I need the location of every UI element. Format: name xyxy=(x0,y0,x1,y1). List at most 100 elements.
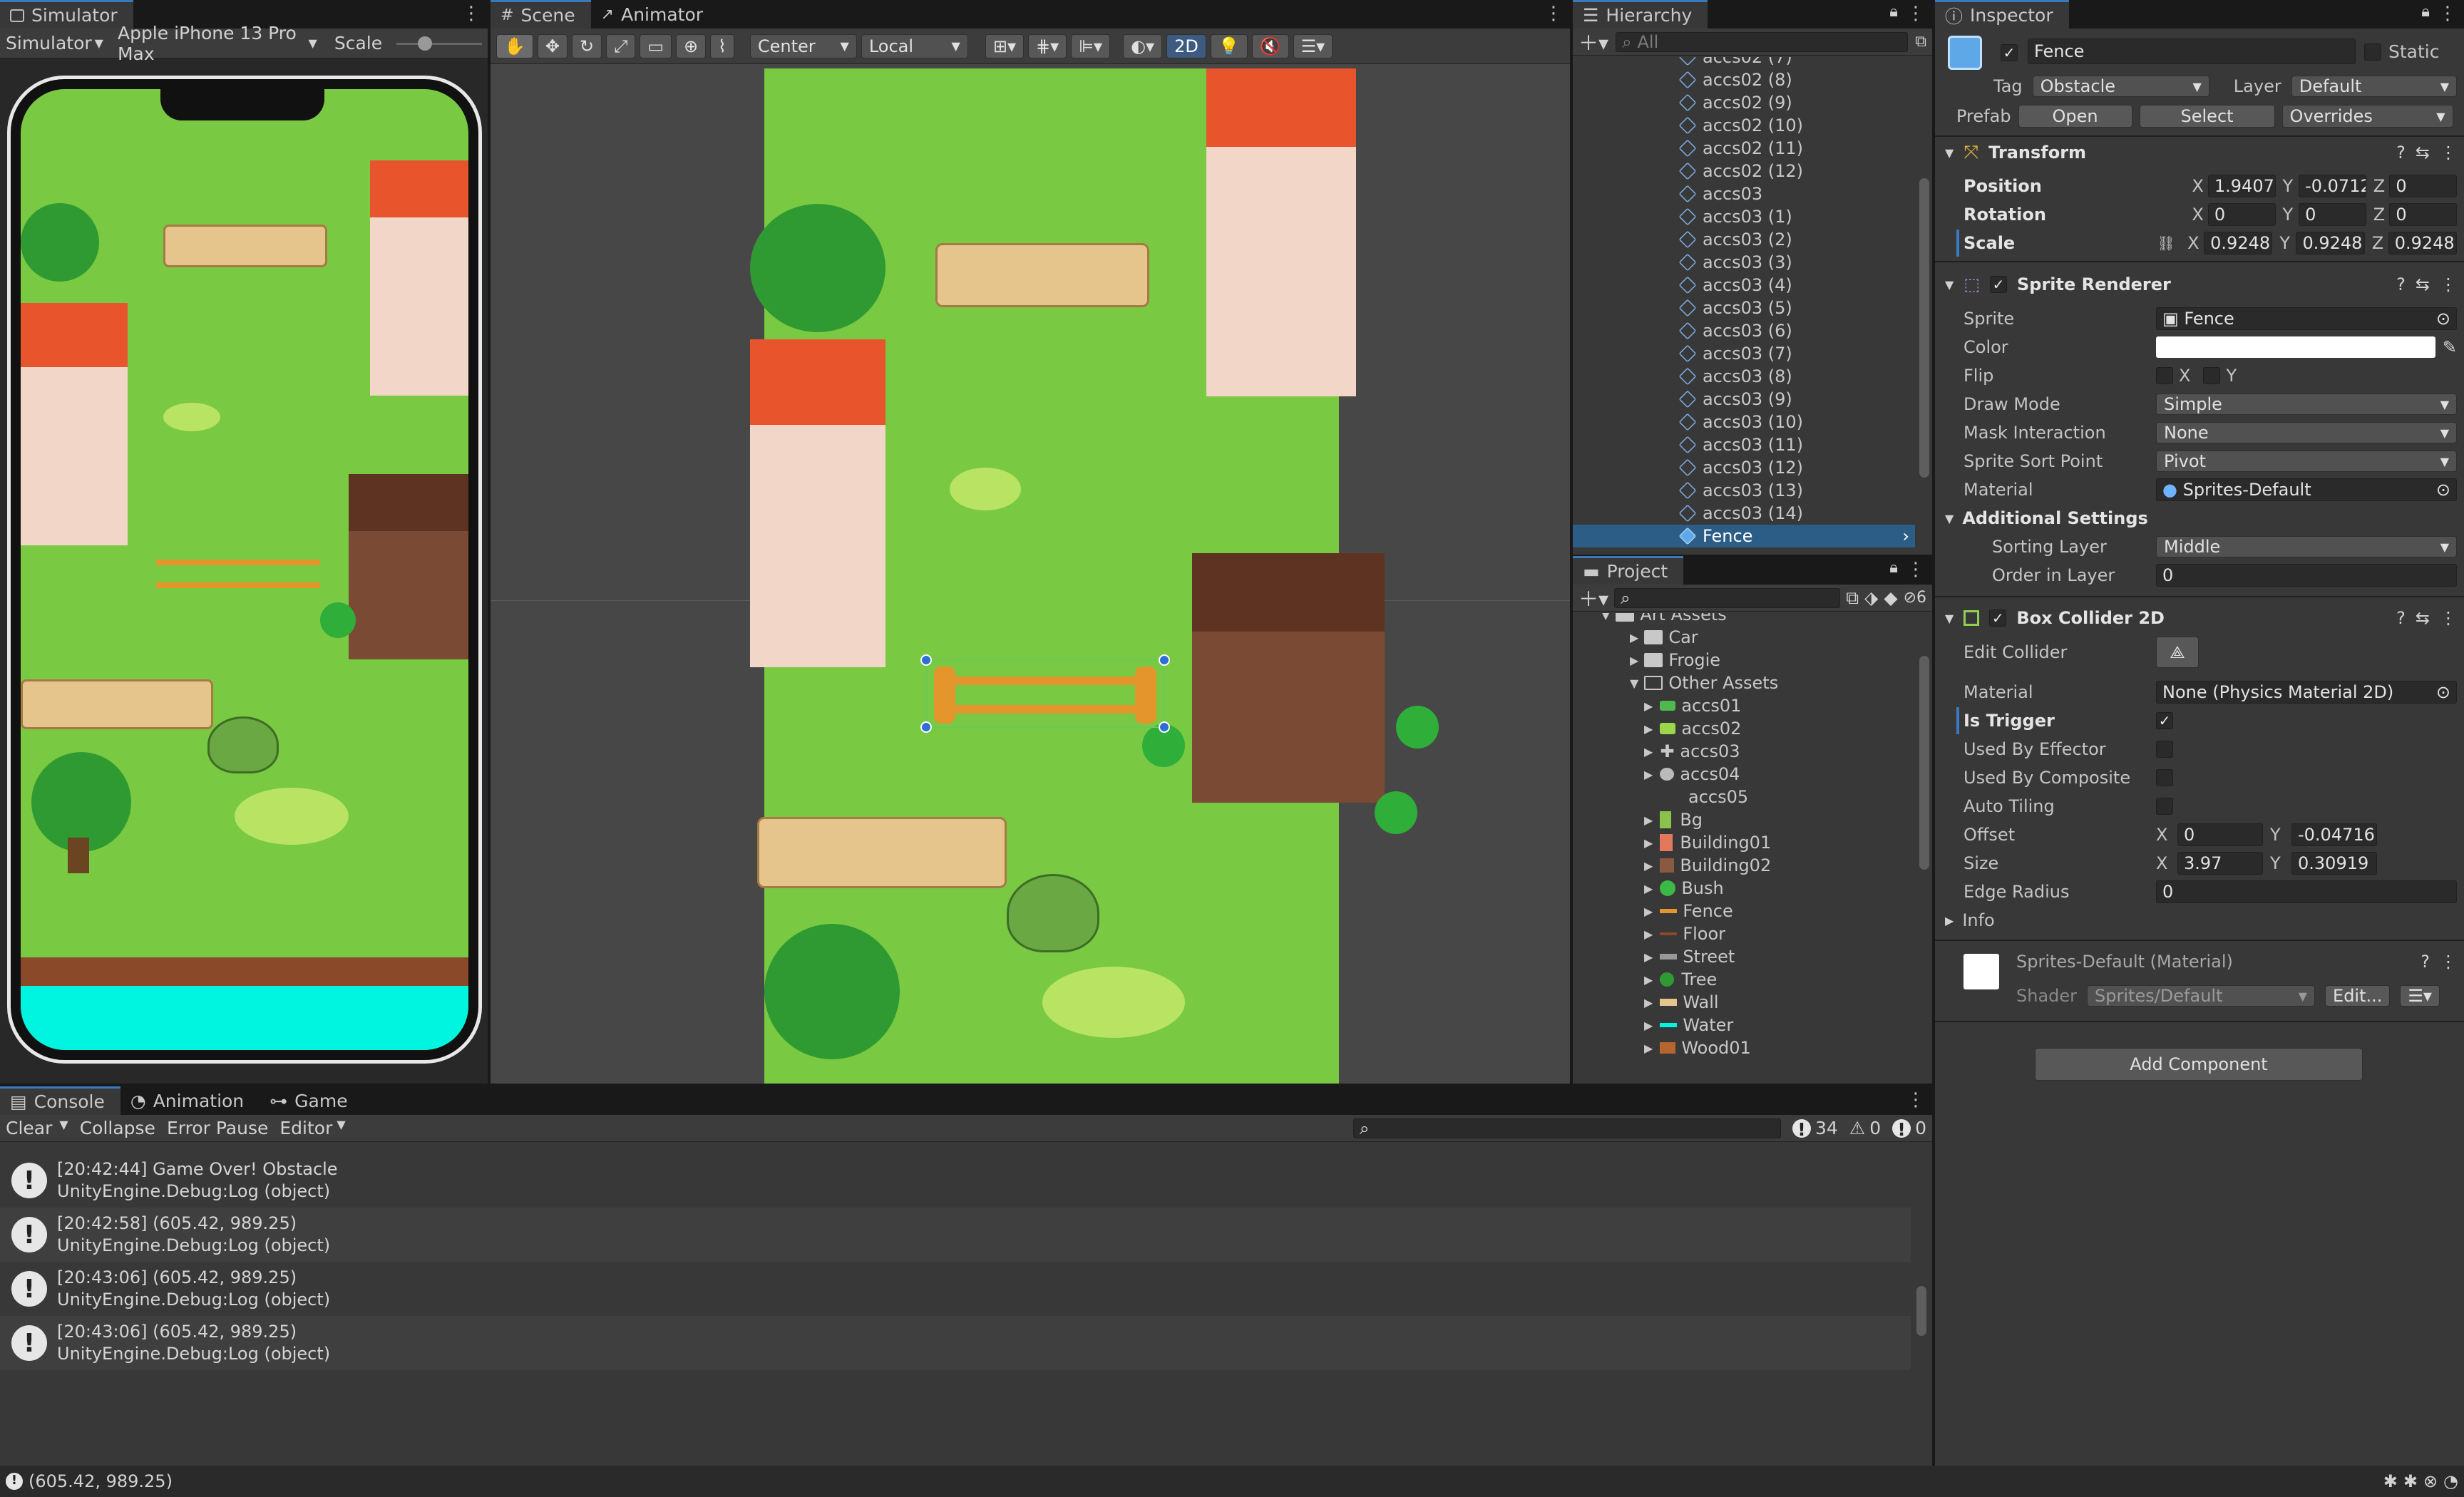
grid-visibility-button[interactable]: ⋕▾ xyxy=(1027,34,1067,58)
cache-icon[interactable]: ✱ xyxy=(2403,1471,2418,1491)
static-checkbox[interactable]: Static xyxy=(2364,41,2439,62)
hierarchy-item[interactable]: accs03 (11) xyxy=(1573,433,1915,456)
box-collider-enabled-checkbox[interactable]: ✓ xyxy=(1989,609,2007,627)
add-component-button[interactable]: Add Component xyxy=(2035,1048,2363,1081)
settings-icon[interactable]: ⇆ xyxy=(2416,608,2430,628)
editor-dropdown[interactable]: Editor ▼ xyxy=(279,1118,345,1138)
rect-handle[interactable] xyxy=(1159,721,1170,733)
tab-simulator[interactable]: Simulator xyxy=(0,0,133,29)
project-asset[interactable]: ▶ Wall xyxy=(1573,991,1915,1014)
project-asset[interactable]: ▶ ✚ accs03 xyxy=(1573,740,1915,763)
effector-checkbox[interactable] xyxy=(2156,741,2173,758)
tab-inspector[interactable]: ⓘ Inspector xyxy=(1935,0,2069,29)
project-asset[interactable]: ▶ Bg xyxy=(1573,808,1915,831)
component-menu-icon[interactable]: ⋮ xyxy=(2440,143,2457,163)
layer-dropdown[interactable]: Default ▼ xyxy=(2291,76,2457,97)
project-asset[interactable]: ▶ accs01 xyxy=(1573,694,1915,717)
flip-y-checkbox[interactable] xyxy=(2203,367,2221,384)
sprite-renderer-enabled-checkbox[interactable]: ✓ xyxy=(1990,276,2007,293)
help-icon[interactable]: ? xyxy=(2421,952,2430,972)
log-entry[interactable]: ! [20:42:58] (605.42, 989.25) UnityEngine… xyxy=(0,1208,1911,1262)
tab-project[interactable]: ▬ Project xyxy=(1573,556,1684,585)
size-x-field[interactable]: 3.97 xyxy=(2177,852,2263,875)
log-entry[interactable]: ! [20:42:44] Game Over! Obstacle UnityEng… xyxy=(0,1153,1911,1208)
active-checkbox[interactable]: ✓ xyxy=(2001,41,2018,62)
scale-slider-handle[interactable] xyxy=(418,36,433,51)
project-asset[interactable]: ▶ accs02 xyxy=(1573,717,1915,740)
console-scrollbar[interactable] xyxy=(1916,1286,1926,1336)
project-asset[interactable]: ▶ Building01 xyxy=(1573,831,1915,854)
rotate-tool-button[interactable]: ↻ xyxy=(572,34,602,58)
auto-tiling-checkbox[interactable] xyxy=(2156,798,2173,815)
position-x-field[interactable]: 1.9407 xyxy=(2207,175,2276,197)
flip-x-checkbox[interactable] xyxy=(2156,367,2173,384)
hierarchy-item[interactable]: accs02 (9) xyxy=(1573,91,1915,114)
move-tool-button[interactable]: ✥ xyxy=(537,34,568,58)
hierarchy-item[interactable]: accs03 (6) xyxy=(1573,319,1915,342)
project-asset[interactable]: accs05 xyxy=(1573,786,1915,808)
debug-icon[interactable]: ✱ xyxy=(2383,1471,2398,1491)
effects-button[interactable]: ☰▾ xyxy=(1293,34,1333,58)
sprite-renderer-header[interactable]: ▼ ⬚ ✓ Sprite Renderer ? ⇆ ⋮ xyxy=(1945,271,2457,298)
tab-animator[interactable]: ↗ Animator xyxy=(591,0,719,29)
hierarchy-item[interactable]: accs03 (3) xyxy=(1573,251,1915,274)
rect-tool-button[interactable]: ▭ xyxy=(640,34,672,58)
scale-y-field[interactable]: 0.9248 xyxy=(2296,232,2365,254)
shader-options-button[interactable]: ☰▾ xyxy=(2400,985,2440,1007)
project-asset[interactable]: ▶ Street xyxy=(1573,945,1915,968)
settings-icon[interactable]: ⇆ xyxy=(2416,143,2430,163)
sort-point-dropdown[interactable]: Pivot ▼ xyxy=(2156,451,2457,472)
transform-tool-button[interactable]: ⊕ xyxy=(676,34,707,58)
warning-count-toggle[interactable]: ⚠ 0 xyxy=(1849,1118,1881,1138)
edge-radius-field[interactable]: 0 xyxy=(2156,880,2457,903)
project-folder[interactable]: ▶ Frogie xyxy=(1573,649,1915,672)
rect-handle[interactable] xyxy=(920,721,932,733)
size-y-field[interactable]: 0.30919 xyxy=(2291,852,2377,875)
component-menu-icon[interactable]: ⋮ xyxy=(2440,608,2457,628)
project-asset[interactable]: ▶ Floor xyxy=(1573,922,1915,945)
is-trigger-checkbox[interactable]: ✓ xyxy=(2156,712,2173,729)
hierarchy-item[interactable]: accs02 (7) xyxy=(1573,57,1915,68)
rect-handle[interactable] xyxy=(1159,654,1170,666)
scene-visibility-icon[interactable]: ⧉ xyxy=(1915,33,1926,51)
search-by-label-icon[interactable]: ⬗ xyxy=(1864,587,1878,608)
progress-icon[interactable]: ◔ xyxy=(2443,1471,2458,1491)
project-asset[interactable]: ▶ accs04 xyxy=(1573,763,1915,786)
material-header[interactable]: Sprites-Default (Material) ? ⋮ xyxy=(2016,948,2457,975)
hierarchy-item[interactable]: accs03 (5) xyxy=(1573,297,1915,319)
hierarchy-item[interactable]: accs02 (8) xyxy=(1573,68,1915,91)
rect-handle[interactable] xyxy=(920,654,932,666)
project-asset[interactable]: ▶ Tree xyxy=(1573,968,1915,991)
prefab-overrides-dropdown[interactable]: Overrides ▼ xyxy=(2281,105,2453,128)
renderer-material-field[interactable]: ● Sprites-Default ⊙ xyxy=(2156,478,2457,501)
hierarchy-item-selected[interactable]: Fence › xyxy=(1573,525,1915,547)
component-menu-icon[interactable]: ⋮ xyxy=(2440,274,2457,294)
inspector-menu-icon[interactable]: ⋮ xyxy=(2438,3,2457,24)
hierarchy-scrollbar[interactable] xyxy=(1919,178,1929,478)
component-menu-icon[interactable]: ⋮ xyxy=(2440,952,2457,972)
hierarchy-item[interactable]: accs02 (12) xyxy=(1573,160,1915,182)
project-folder[interactable]: ▼ Art Assets xyxy=(1573,613,1915,626)
prefab-select-button[interactable]: Select xyxy=(2139,105,2275,128)
console-search-input[interactable]: ⌕ xyxy=(1352,1118,1781,1138)
object-picker-icon[interactable]: ⊙ xyxy=(2436,309,2450,329)
scale-slider[interactable] xyxy=(396,36,482,51)
project-search-input[interactable]: ⌕ xyxy=(1614,587,1841,608)
box-collider-header[interactable]: ▼ ✓ Box Collider 2D ? ⇆ ⋮ xyxy=(1945,605,2457,632)
increment-snap-button[interactable]: ⊫▾ xyxy=(1071,34,1111,58)
status-message[interactable]: (605.42, 989.25) xyxy=(29,1471,173,1491)
console-menu-icon[interactable]: ⋮ xyxy=(1906,1089,1925,1111)
hand-tool-button[interactable]: ✋ xyxy=(496,34,533,58)
log-count-toggle[interactable]: ! 34 xyxy=(1792,1118,1838,1140)
additional-settings-row[interactable]: ▼ Additional Settings xyxy=(1945,505,2457,532)
network-icon[interactable]: ⊗ xyxy=(2423,1471,2438,1491)
tab-animation[interactable]: ◔ Animation xyxy=(120,1086,260,1115)
prefab-open-button[interactable]: Open xyxy=(2018,105,2132,128)
object-picker-icon[interactable]: ⊙ xyxy=(2436,480,2450,500)
project-asset[interactable]: ▶ Bush xyxy=(1573,877,1915,900)
chevron-right-icon[interactable]: › xyxy=(1902,526,1909,546)
lock-icon[interactable]: 🔒︎ xyxy=(1889,3,1898,21)
scale-tool-button[interactable]: ⤢ xyxy=(606,34,636,58)
hierarchy-item[interactable]: accs03 (4) xyxy=(1573,274,1915,297)
object-picker-icon[interactable]: ⊙ xyxy=(2436,682,2450,702)
